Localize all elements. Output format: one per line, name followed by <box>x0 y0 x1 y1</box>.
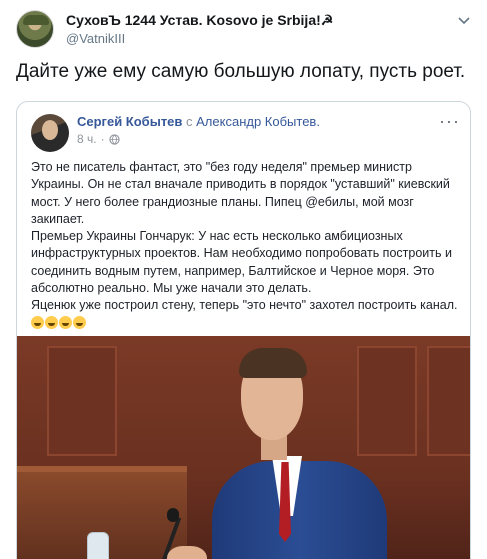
avatar[interactable] <box>16 10 54 48</box>
post-paragraph: Премьер Украины Гончарук: У нас есть нес… <box>31 229 452 296</box>
tweet-text: Дайте уже ему самую большую лопату, пуст… <box>16 61 466 82</box>
laughing-emoji-icon <box>45 315 58 329</box>
with-label: с <box>182 114 197 129</box>
tweet-header: СуховЪ 1244 Устав. Kosovo je Srbija!☭ @V… <box>16 10 476 50</box>
post-author-name[interactable]: Сергей Кобытев <box>77 114 182 129</box>
more-horizontal-icon[interactable]: ··· <box>439 112 460 130</box>
laughing-emoji-icon <box>59 315 72 329</box>
tagged-person[interactable]: Александр Кобытев. <box>196 114 320 129</box>
post-time[interactable]: 8 ч. <box>77 132 97 146</box>
embedded-facebook-post[interactable]: Сергей Кобытев с Александр Кобытев. 8 ч.… <box>16 101 471 559</box>
laughing-emoji-icon <box>73 315 86 329</box>
post-author-avatar[interactable] <box>31 114 69 152</box>
water-bottle <box>87 532 109 559</box>
post-paragraph-last: Яценюк уже построил стену, теперь "это н… <box>31 297 461 332</box>
speaker-suit <box>212 461 387 559</box>
author-handle[interactable]: @VatnikIII <box>66 31 125 46</box>
chevron-down-icon[interactable] <box>456 12 472 28</box>
post-meta: 8 ч. · <box>77 132 120 146</box>
meta-separator: · <box>100 132 105 146</box>
smirk-emoji-icon <box>31 315 44 329</box>
post-photo[interactable] <box>17 336 470 559</box>
post-author-line: Сергей Кобытев с Александр Кобытев. <box>77 114 320 129</box>
post-paragraph-text: Яценюк уже построил стену, теперь "это н… <box>31 298 458 313</box>
post-paragraph: Это не писатель фантаст, это "без году н… <box>31 160 450 226</box>
post-body: Это не писатель фантаст, это "без году н… <box>31 159 461 332</box>
author-name[interactable]: СуховЪ 1244 Устав. Kosovo je Srbija!☭ <box>66 12 333 29</box>
globe-icon <box>108 133 120 145</box>
